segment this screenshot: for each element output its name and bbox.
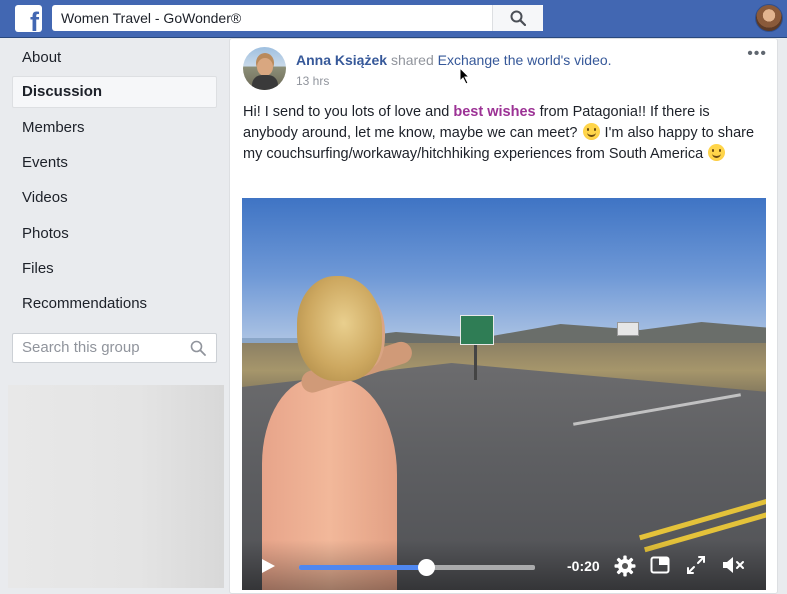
mouse-cursor-icon [459, 67, 471, 85]
post-card: Anna Książek shared Exchange the world's… [229, 38, 778, 594]
video-frame-person-hair [297, 276, 382, 381]
video-controls: -0:20 [242, 540, 766, 590]
shared-label: shared [390, 52, 434, 68]
post-header: Anna Książek shared Exchange the world's… [296, 52, 612, 68]
search-icon[interactable] [190, 340, 206, 356]
author-name-link[interactable]: Anna Książek [296, 52, 387, 68]
post-timestamp[interactable]: 13 hrs [296, 74, 329, 88]
video-time-remaining: -0:20 [567, 558, 600, 574]
play-icon[interactable] [260, 558, 276, 574]
post-body-text: Hi! I send to you lots of love and best … [243, 102, 768, 165]
settings-icon[interactable] [614, 555, 636, 577]
sidebar-ad-placeholder [8, 385, 224, 588]
sidebar-item-about[interactable]: About [12, 42, 217, 74]
video-frame-road-sign [617, 322, 639, 336]
sidebar-item-photos[interactable]: Photos [12, 218, 217, 250]
shared-video-link[interactable]: Exchange the world's video. [438, 52, 612, 68]
picture-in-picture-icon[interactable] [650, 555, 670, 575]
facebook-logo-icon[interactable]: f [15, 5, 42, 32]
group-search-box[interactable] [12, 333, 217, 363]
volume-muted-icon[interactable] [722, 555, 746, 575]
search-icon [510, 10, 526, 26]
more-options-button[interactable]: ••• [747, 46, 767, 62]
post-text-highlight: best wishes [453, 104, 536, 120]
avatar-face [257, 58, 273, 76]
sidebar-item-files[interactable]: Files [12, 253, 217, 285]
video-frame-sign-post [474, 345, 477, 380]
search-button[interactable] [492, 5, 543, 31]
sidebar-item-videos[interactable]: Videos [12, 182, 217, 214]
top-bar: f [0, 0, 787, 38]
video-frame-road-sign [460, 315, 494, 345]
smiley-emoji-icon [708, 144, 726, 161]
sidebar-item-discussion[interactable]: Discussion [12, 76, 217, 108]
sidebar-item-events[interactable]: Events [12, 147, 217, 179]
video-progress-fill [299, 565, 427, 570]
sidebar-item-recommendations[interactable]: Recommendations [12, 288, 217, 320]
video-progress-handle[interactable] [418, 559, 436, 576]
logo-letter: f [30, 7, 39, 33]
video-player[interactable]: -0:20 [242, 198, 766, 590]
global-search-input[interactable] [61, 10, 491, 26]
fullscreen-icon[interactable] [686, 555, 706, 575]
post-text-part-1: Hi! I send to you lots of love and [243, 104, 454, 120]
video-progress-bar[interactable] [299, 559, 535, 576]
group-search-input[interactable] [22, 339, 182, 356]
author-avatar[interactable] [243, 47, 286, 90]
sidebar-item-members[interactable]: Members [12, 112, 217, 144]
group-sidebar: About Discussion Members Events Videos P… [0, 38, 230, 594]
global-search-box[interactable] [52, 5, 543, 31]
user-avatar[interactable] [755, 4, 783, 32]
avatar-body [252, 75, 278, 90]
smiley-emoji-icon [582, 123, 600, 140]
